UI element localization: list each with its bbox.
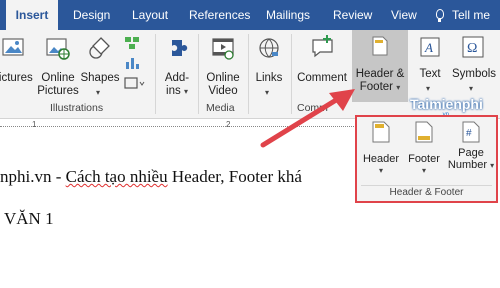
tab-mailings[interactable]: Mailings bbox=[266, 0, 310, 30]
symbols-icon: Ω bbox=[462, 36, 484, 58]
comment-icon bbox=[312, 35, 333, 58]
media-group-label: Media bbox=[206, 102, 235, 114]
lightbulb-icon bbox=[436, 9, 444, 22]
group-separator bbox=[198, 34, 199, 114]
smartart-icon[interactable] bbox=[124, 36, 140, 50]
panel-separator bbox=[361, 185, 492, 186]
footer-button[interactable]: Footer ▾ bbox=[403, 121, 445, 177]
online-pictures-icon bbox=[46, 38, 70, 60]
tab-design[interactable]: Design bbox=[73, 0, 110, 30]
red-arrow bbox=[260, 89, 355, 148]
addins-icon bbox=[172, 40, 188, 56]
links-icon bbox=[259, 38, 279, 58]
watermark-logo: Taimienphi bbox=[410, 96, 483, 112]
ruler-number: 1 bbox=[32, 120, 37, 129]
ribbon-tab-bar: Insert Design Layout References Mailings… bbox=[0, 0, 500, 30]
tab-review[interactable]: Review bbox=[333, 0, 372, 30]
header-footer-dropdown: Header ▾ Footer ▾ # Page Number ▾ Header… bbox=[355, 115, 498, 203]
header-footer-group-label: Header & Footer bbox=[389, 187, 464, 198]
tab-insert[interactable]: Insert bbox=[6, 0, 58, 30]
document-paragraph[interactable]: VĂN 1 bbox=[0, 209, 54, 229]
page-number-button[interactable]: # Page Number ▾ bbox=[447, 121, 495, 172]
online-video-icon bbox=[212, 38, 234, 60]
header-footer-icon bbox=[372, 36, 388, 56]
svg-text:A: A bbox=[424, 40, 433, 55]
chart-icon[interactable] bbox=[124, 56, 140, 70]
spellcheck-text: Cách tạo nhiều bbox=[65, 167, 168, 186]
group-separator bbox=[248, 34, 249, 114]
tab-view[interactable]: View bbox=[391, 0, 417, 30]
group-separator bbox=[155, 34, 156, 114]
ruler-number: 2 bbox=[226, 120, 231, 129]
header-button[interactable]: Header ▾ bbox=[359, 121, 403, 177]
illustrations-group-label: Illustrations bbox=[50, 102, 104, 114]
document-paragraph[interactable]: nphi.vn - Cách tạo nhiều Header, Footer … bbox=[0, 167, 302, 187]
svg-text:Ω: Ω bbox=[467, 41, 477, 56]
page-number-icon: # bbox=[462, 121, 480, 143]
footer-icon bbox=[415, 121, 433, 143]
screenshot-icon[interactable] bbox=[124, 76, 146, 90]
tab-layout[interactable]: Layout bbox=[132, 0, 168, 30]
text-icon: A bbox=[420, 37, 440, 57]
svg-text:#: # bbox=[466, 128, 472, 139]
pictures-icon bbox=[2, 38, 24, 56]
shapes-icon bbox=[89, 37, 110, 59]
tell-me-box[interactable]: Tell me bbox=[452, 0, 490, 30]
tab-references[interactable]: References bbox=[189, 0, 250, 30]
header-icon bbox=[372, 121, 390, 143]
